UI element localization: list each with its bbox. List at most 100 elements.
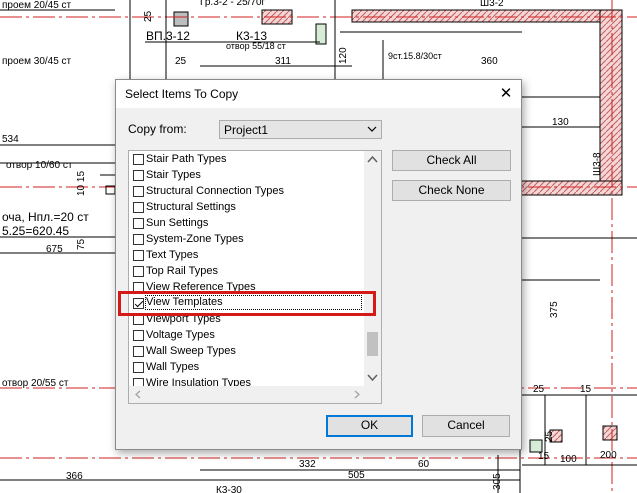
list-item-label: Wire Insulation Types: [146, 377, 251, 386]
items-list-viewport: Stair Path Types Stair Types Structural Co…: [129, 151, 366, 386]
scrollbar-corner: [364, 386, 381, 403]
select-items-dialog: Select Items To Copy ✕ Copy from: Projec…: [115, 79, 522, 450]
svg-text:проем 20/45 ст: проем 20/45 ст: [2, 0, 72, 11]
vertical-scrollbar[interactable]: [364, 151, 381, 386]
copy-from-label: Copy from:: [128, 122, 187, 136]
svg-text:отвор 10/60 ст: отвор 10/60 ст: [6, 160, 73, 171]
list-item-label: Wall Types: [146, 361, 200, 373]
svg-text:534: 534: [2, 134, 19, 145]
items-list[interactable]: Stair Path Types Stair Types Structural Co…: [128, 150, 382, 404]
list-item-label: System-Zone Types: [146, 233, 244, 245]
svg-text:375: 375: [549, 301, 560, 318]
svg-text:К3-30: К3-30: [216, 485, 242, 493]
list-item-label: Structural Settings: [146, 201, 236, 213]
svg-text:505: 505: [348, 470, 365, 481]
list-item[interactable]: View Templates: [129, 295, 366, 312]
horizontal-scrollbar[interactable]: [129, 386, 366, 403]
svg-text:ВП.3-12: ВП.3-12: [146, 29, 190, 43]
checkbox[interactable]: [133, 282, 144, 293]
svg-text:25: 25: [533, 384, 545, 395]
list-item[interactable]: Stair Path Types: [129, 152, 366, 168]
svg-text:25: 25: [143, 10, 154, 22]
list-item[interactable]: Voltage Types: [129, 328, 366, 344]
checkbox[interactable]: [133, 186, 144, 197]
svg-text:675: 675: [46, 244, 63, 255]
svg-text:366: 366: [66, 471, 83, 482]
list-item-label: Top Rail Types: [146, 265, 218, 277]
scroll-left-icon[interactable]: [131, 386, 146, 403]
list-item[interactable]: Stair Types: [129, 168, 366, 184]
svg-text:75: 75: [76, 238, 87, 250]
svg-text:332: 332: [299, 459, 316, 470]
svg-text:К3-13: К3-13: [236, 29, 267, 43]
list-item[interactable]: Wall Sweep Types: [129, 344, 366, 360]
checkbox[interactable]: [133, 154, 144, 165]
scrollbar-thumb[interactable]: [367, 332, 378, 356]
list-item-label: Stair Types: [146, 169, 201, 181]
svg-text:360: 360: [481, 56, 498, 67]
svg-text:отвор 20/55 ст: отвор 20/55 ст: [2, 378, 69, 389]
check-all-button[interactable]: Check All: [392, 150, 511, 171]
checkbox[interactable]: [133, 314, 144, 325]
svg-text:15: 15: [580, 384, 592, 395]
checkbox[interactable]: [133, 362, 144, 373]
list-item[interactable]: Wall Types: [129, 360, 366, 376]
svg-text:311: 311: [275, 56, 291, 67]
check-none-button[interactable]: Check None: [392, 180, 511, 201]
ok-button[interactable]: OK: [326, 415, 413, 437]
scroll-up-icon[interactable]: [364, 151, 381, 168]
list-item-label: Viewport Types: [146, 313, 221, 325]
checkbox-checked[interactable]: [133, 298, 144, 309]
checkbox[interactable]: [133, 266, 144, 277]
svg-text:100: 100: [560, 454, 577, 465]
svg-text:Ш3-2: Ш3-2: [480, 0, 504, 9]
svg-text:120: 120: [338, 47, 349, 64]
list-item-label: Structural Connection Types: [146, 185, 284, 197]
list-item-label: View Reference Types: [146, 281, 256, 293]
copy-from-dropdown[interactable]: Project1: [219, 120, 382, 139]
checkbox[interactable]: [133, 378, 144, 386]
svg-text:9ст.15.8/30ст: 9ст.15.8/30ст: [388, 51, 442, 61]
checkbox[interactable]: [133, 234, 144, 245]
svg-text:Гр.3-2 - 25/70г: Гр.3-2 - 25/70г: [200, 0, 266, 8]
list-item[interactable]: Structural Settings: [129, 200, 366, 216]
cancel-button[interactable]: Cancel: [422, 415, 510, 437]
dialog-titlebar: Select Items To Copy ✕: [116, 80, 521, 108]
svg-text:25: 25: [175, 56, 187, 67]
checkbox[interactable]: [133, 250, 144, 261]
svg-text:130: 130: [552, 117, 569, 128]
chevron-down-icon: [367, 126, 377, 132]
svg-text:305: 305: [492, 473, 503, 490]
svg-text:60: 60: [418, 459, 430, 470]
checkbox[interactable]: [133, 202, 144, 213]
checkbox[interactable]: [133, 170, 144, 181]
list-item[interactable]: View Reference Types: [129, 280, 366, 296]
close-icon[interactable]: ✕: [491, 80, 521, 108]
checkbox[interactable]: [133, 330, 144, 341]
svg-text:5.25=620.45: 5.25=620.45: [2, 224, 69, 238]
list-item[interactable]: Wire Insulation Types: [129, 376, 366, 386]
svg-text:200: 200: [600, 450, 617, 461]
svg-text:Ш3-8: Ш3-8: [592, 152, 603, 176]
list-item-label: Voltage Types: [146, 329, 215, 341]
checkbox[interactable]: [133, 218, 144, 229]
list-item[interactable]: Sun Settings: [129, 216, 366, 232]
svg-text:15: 15: [538, 451, 550, 462]
svg-text:оча, Нпл.=20 ст: оча, Нпл.=20 ст: [2, 210, 89, 224]
list-item[interactable]: Text Types: [129, 248, 366, 264]
checkbox[interactable]: [133, 346, 144, 357]
copy-from-value: Project1: [224, 123, 269, 137]
list-item[interactable]: Structural Connection Types: [129, 184, 366, 200]
list-item[interactable]: System-Zone Types: [129, 232, 366, 248]
svg-text:25: 25: [544, 430, 555, 442]
list-item[interactable]: Top Rail Types: [129, 264, 366, 280]
svg-text:10 15: 10 15: [76, 171, 87, 196]
list-item-label: Sun Settings: [146, 217, 209, 229]
list-item-label: View Templates: [145, 295, 362, 310]
list-item-label: Text Types: [146, 249, 199, 261]
dialog-title: Select Items To Copy: [125, 87, 239, 101]
scroll-down-icon[interactable]: [364, 369, 381, 386]
list-item-label: Wall Sweep Types: [146, 345, 236, 357]
scroll-right-icon[interactable]: [349, 386, 364, 403]
list-item[interactable]: Viewport Types: [129, 312, 366, 328]
